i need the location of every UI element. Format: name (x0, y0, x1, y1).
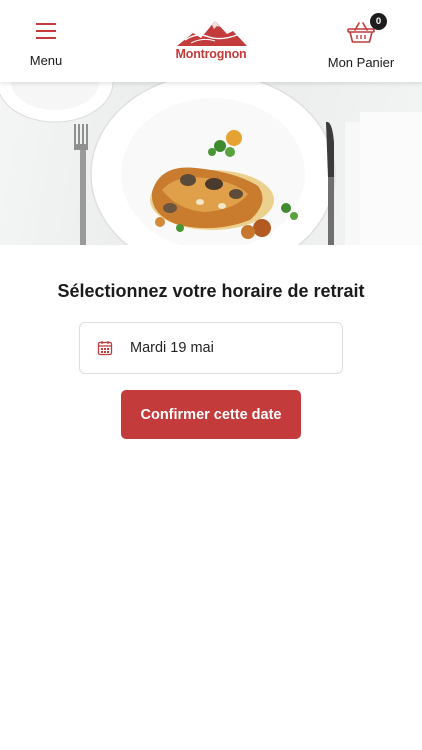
menu-label: Menu (29, 53, 63, 68)
date-value: Mardi 19 mai (130, 340, 214, 356)
hamburger-icon (36, 23, 56, 39)
cart-icon-wrap: 0 (347, 13, 387, 43)
date-picker-field[interactable]: Mardi 19 mai (79, 322, 343, 374)
brand-logo[interactable]: Montrognon (171, 14, 251, 70)
app-header: Menu Montrognon 0 Mon Panier (0, 0, 422, 82)
menu-button[interactable]: Menu (18, 14, 74, 70)
hero-image (0, 82, 422, 245)
logo-text: Montrognon (175, 47, 247, 61)
calendar-icon (97, 341, 113, 356)
confirm-date-button[interactable]: Confirmer cette date (121, 390, 301, 439)
main-content: Sélectionnez votre horaire de retrait Ma… (0, 245, 422, 750)
cart-button[interactable]: 0 Mon Panier (318, 13, 404, 70)
mountain-logo-icon (177, 21, 247, 46)
cart-label: Mon Panier (327, 55, 395, 70)
plated-dish-image (0, 82, 422, 245)
cart-count-badge: 0 (370, 13, 387, 30)
page-title: Sélectionnez votre horaire de retrait (57, 281, 365, 301)
